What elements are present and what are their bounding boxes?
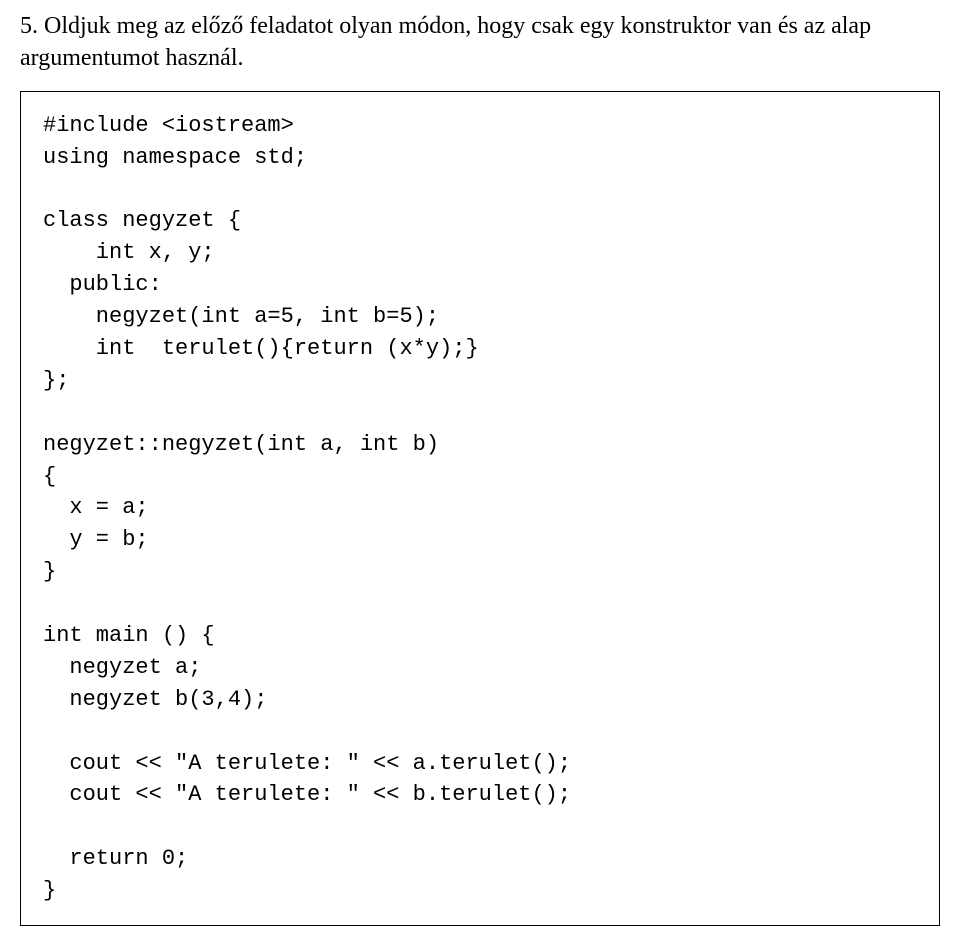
code-block: #include <iostream> using namespace std;… [20, 91, 940, 926]
exercise-intro: 5. Oldjuk meg az előző feladatot olyan m… [20, 10, 940, 75]
